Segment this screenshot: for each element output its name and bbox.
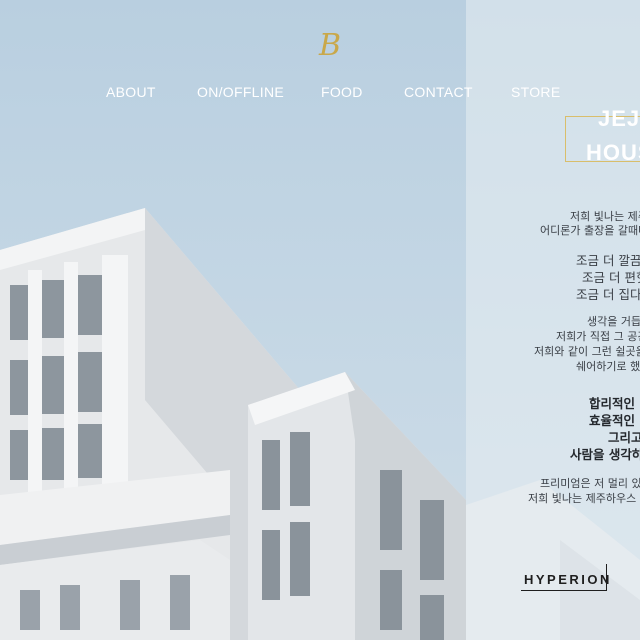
para2-line: 쉐어하기로 했 bbox=[576, 360, 640, 373]
nav-contact[interactable]: CONTACT bbox=[404, 84, 473, 100]
hero-section: B ABOUT ON/OFFLINE FOOD CONTACT STORE JE… bbox=[0, 0, 640, 640]
nav-on-offline[interactable]: ON/OFFLINE bbox=[197, 84, 284, 100]
para2-line: 저희와 같이 그런 쉴곳을 bbox=[534, 345, 640, 358]
nav-about[interactable]: ABOUT bbox=[106, 84, 156, 100]
brand-logo[interactable]: B bbox=[305, 26, 355, 66]
intro-line: 어디론가 출장을 갈때마 bbox=[540, 224, 640, 237]
hyperion-brand: HYPERION bbox=[524, 572, 612, 587]
para2-line: 생각을 거듭 bbox=[587, 315, 640, 328]
para2-line: 저희가 직접 그 공긴 bbox=[556, 330, 640, 343]
para4-line: 저희 빛나는 제주하우스 bbox=[528, 492, 637, 505]
para3-line: 사람을 생각하 bbox=[570, 447, 640, 462]
nav-food[interactable]: FOOD bbox=[321, 84, 363, 100]
intro-copy: 저희 빛나는 제주 어디론가 출장을 갈때마 조금 더 깔끔 조금 더 편힛 조… bbox=[466, 0, 640, 640]
para4-line: 프리미엄은 저 멀리 있 bbox=[540, 477, 640, 490]
para1-line: 조금 더 집다 bbox=[576, 287, 640, 302]
